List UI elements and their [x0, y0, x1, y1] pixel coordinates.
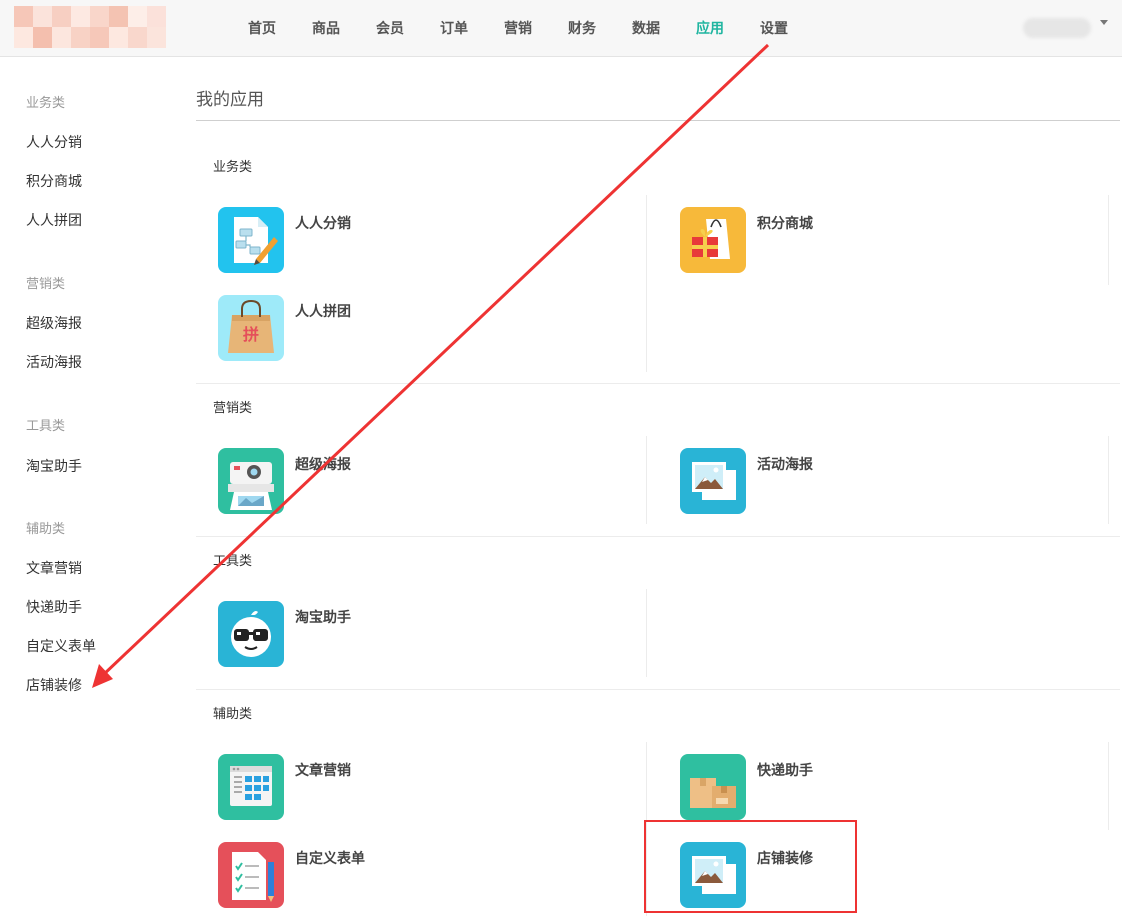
app-card-taobao-assistant[interactable]: 淘宝助手 — [218, 601, 618, 671]
sidebar-group-title: 辅助类 — [26, 522, 66, 537]
picture-icon — [680, 448, 746, 514]
gift-bag-icon — [680, 207, 746, 273]
column-divider — [646, 436, 647, 524]
nav-item-settings[interactable]: 设置 — [742, 0, 806, 57]
app-name: 文章营销 — [295, 763, 351, 779]
section-title: 辅助类 — [213, 707, 253, 722]
section-title: 营销类 — [213, 401, 253, 416]
app-card-distribution[interactable]: 人人分销 — [218, 207, 618, 277]
sidebar-group-title: 工具类 — [26, 419, 66, 434]
sidebar-item-event-poster[interactable]: 活动海报 — [26, 352, 82, 372]
parcel-boxes-icon — [680, 754, 746, 820]
section-divider — [196, 536, 1120, 537]
app-name: 自定义表单 — [295, 851, 365, 867]
sidebar-group-title: 营销类 — [26, 277, 66, 292]
column-divider — [1108, 195, 1109, 285]
app-name: 积分商城 — [757, 216, 813, 232]
sidebar-item-points-mall[interactable]: 积分商城 — [26, 171, 82, 191]
section-divider — [196, 689, 1120, 690]
sidebar-item-distribution[interactable]: 人人分销 — [26, 132, 82, 152]
app-name: 人人分销 — [295, 216, 351, 232]
column-divider — [1108, 436, 1109, 524]
nav-item-apps[interactable]: 应用 — [678, 0, 742, 57]
title-divider — [196, 120, 1120, 121]
sidebar-item-article-marketing[interactable]: 文章营销 — [26, 558, 82, 578]
app-card-custom-form[interactable]: 自定义表单 — [218, 842, 618, 912]
poster-camera-icon — [218, 448, 284, 514]
page-title: 我的应用 — [196, 90, 264, 110]
main-nav: 首页 商品 会员 订单 营销 财务 数据 应用 设置 — [230, 0, 806, 57]
column-divider — [646, 589, 647, 677]
sidebar-item-store-decoration[interactable]: 店铺装修 — [26, 675, 82, 695]
user-name-blurred[interactable] — [1023, 18, 1091, 38]
nav-item-orders[interactable]: 订单 — [422, 0, 486, 57]
nav-item-finance[interactable]: 财务 — [550, 0, 614, 57]
column-divider — [1108, 742, 1109, 830]
sidebar-item-taobao-assistant[interactable]: 淘宝助手 — [26, 456, 82, 476]
sidebar-group-title: 业务类 — [26, 96, 66, 111]
nav-item-products[interactable]: 商品 — [294, 0, 358, 57]
app-card-event-poster[interactable]: 活动海报 — [680, 448, 1080, 518]
app-name: 快递助手 — [757, 763, 813, 779]
top-navbar: 首页 商品 会员 订单 营销 财务 数据 应用 设置 — [0, 0, 1122, 57]
section-title: 工具类 — [213, 554, 253, 569]
app-name: 活动海报 — [757, 457, 813, 473]
form-checklist-icon — [218, 842, 284, 908]
app-card-group-buy[interactable]: 拼 人人拼团 — [218, 295, 618, 365]
article-grid-icon — [218, 754, 284, 820]
app-name: 人人拼团 — [295, 304, 351, 320]
sidebar-item-custom-form[interactable]: 自定义表单 — [26, 636, 96, 656]
section-divider — [196, 383, 1120, 384]
sidebar-item-super-poster[interactable]: 超级海报 — [26, 313, 82, 333]
app-card-points-mall[interactable]: 积分商城 — [680, 207, 1080, 277]
nav-item-home[interactable]: 首页 — [230, 0, 294, 57]
logo-blurred — [14, 6, 166, 48]
nav-item-members[interactable]: 会员 — [358, 0, 422, 57]
app-window: 首页 商品 会员 订单 营销 财务 数据 应用 设置 业务类 人人分销 积分商城… — [0, 0, 1122, 916]
nav-item-marketing[interactable]: 营销 — [486, 0, 550, 57]
sidebar-item-group-buy[interactable]: 人人拼团 — [26, 210, 82, 230]
annotation-highlight-box — [644, 820, 857, 913]
app-name: 超级海报 — [295, 457, 351, 473]
taobao-glasses-icon — [218, 601, 284, 667]
nav-item-data[interactable]: 数据 — [614, 0, 678, 57]
user-dropdown-caret-icon[interactable] — [1100, 20, 1108, 25]
bag-badge-text: 拼 — [243, 325, 259, 344]
distribution-flowchart-icon — [218, 207, 284, 273]
app-name: 淘宝助手 — [295, 610, 351, 626]
app-card-article-marketing[interactable]: 文章营销 — [218, 754, 618, 824]
app-card-express-assistant[interactable]: 快递助手 — [680, 754, 1080, 824]
sidebar-item-express-assistant[interactable]: 快递助手 — [26, 597, 82, 617]
app-card-super-poster[interactable]: 超级海报 — [218, 448, 618, 518]
column-divider — [646, 195, 647, 372]
section-title: 业务类 — [213, 160, 253, 175]
shopping-bag-pin-icon: 拼 — [218, 295, 284, 361]
